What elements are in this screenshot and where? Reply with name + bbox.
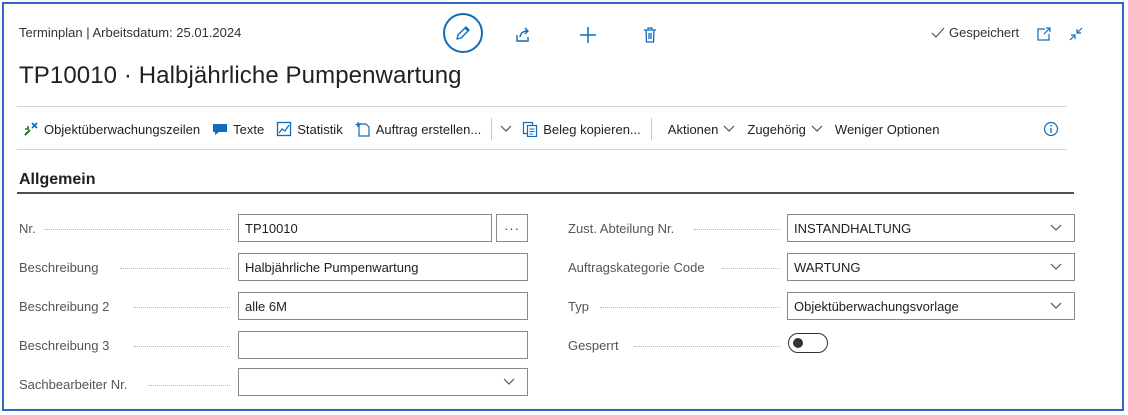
zugehoerig-menu[interactable]: Zugehörig bbox=[741, 114, 829, 144]
typ-value: Objektüberwachungsvorlage bbox=[794, 298, 959, 314]
nr-assist-button[interactable]: ··· bbox=[496, 214, 528, 242]
info-button[interactable] bbox=[1042, 120, 1060, 138]
actionbar-top-divider bbox=[17, 106, 1067, 107]
gesperrt-toggle[interactable] bbox=[788, 333, 828, 353]
auftragskategorie-value: WARTUNG bbox=[794, 259, 861, 275]
share-icon bbox=[516, 27, 529, 42]
field-label-typ: Typ bbox=[568, 299, 589, 314]
beschreibung-2-value: alle 6M bbox=[245, 298, 287, 314]
auftragskategorie-select[interactable]: WARTUNG bbox=[787, 253, 1075, 281]
field-label-beschreibung: Beschreibung bbox=[19, 260, 99, 275]
new-button[interactable] bbox=[577, 24, 599, 46]
field-label-gesperrt: Gesperrt bbox=[568, 338, 619, 353]
weniger-optionen-button[interactable]: Weniger Optionen bbox=[829, 114, 946, 144]
field-label-nr: Nr. bbox=[19, 221, 36, 236]
aktionen-menu[interactable]: Aktionen bbox=[662, 114, 742, 144]
page-title: TP10010 · Halbjährliche Pumpenwartung bbox=[19, 62, 462, 89]
save-status: Gespeichert bbox=[931, 25, 1019, 40]
more-actions-dropdown[interactable] bbox=[496, 114, 516, 144]
beleg-kopieren-label: Beleg kopieren... bbox=[543, 121, 641, 137]
auftrag-erstellen-label: Auftrag erstellen... bbox=[375, 121, 482, 137]
sachbearbeiter-select[interactable] bbox=[238, 368, 528, 396]
page-context: Terminplan | Arbeitsdatum: 25.01.2024 bbox=[19, 25, 242, 40]
checkmark-icon bbox=[931, 27, 945, 38]
field-label-beschreibung-2: Beschreibung 2 bbox=[19, 299, 110, 314]
action-separator bbox=[650, 118, 652, 140]
label-leader bbox=[634, 346, 780, 348]
label-leader bbox=[134, 307, 230, 309]
label-leader bbox=[694, 229, 780, 231]
beschreibung-2-field[interactable]: alle 6M bbox=[238, 292, 528, 320]
beschreibung-3-field[interactable] bbox=[238, 331, 528, 359]
copy-document-icon bbox=[523, 121, 538, 137]
abteilung-value: INSTANDHALTUNG bbox=[794, 220, 912, 236]
objektueberwachungszeilen-label: Objektüberwachungszeilen bbox=[44, 121, 201, 137]
objektueberwachungszeilen-action[interactable]: Objektüberwachungszeilen bbox=[17, 114, 206, 144]
chevron-down-icon bbox=[491, 378, 527, 386]
beschreibung-field[interactable]: Halbjährliche Pumpenwartung bbox=[238, 253, 528, 281]
collapse-icon bbox=[1069, 27, 1083, 41]
nr-field[interactable]: TP10010 bbox=[238, 214, 492, 242]
field-label-auftragskategorie: Auftragskategorie Code bbox=[568, 260, 705, 275]
delete-button[interactable] bbox=[640, 24, 660, 46]
create-order-icon bbox=[355, 122, 370, 137]
save-status-label: Gespeichert bbox=[949, 25, 1020, 40]
aktionen-label: Aktionen bbox=[667, 121, 719, 137]
beschreibung-value: Halbjährliche Pumpenwartung bbox=[245, 259, 419, 275]
field-label-beschreibung-3: Beschreibung 3 bbox=[19, 338, 110, 353]
chevron-down-icon bbox=[723, 125, 735, 132]
texte-action[interactable]: Texte bbox=[206, 114, 270, 144]
chevron-down-icon bbox=[1038, 302, 1074, 310]
label-leader bbox=[134, 346, 230, 348]
label-leader bbox=[600, 307, 780, 309]
statistik-action[interactable]: Statistik bbox=[270, 114, 349, 144]
plus-icon bbox=[580, 27, 596, 43]
action-bar: Objektüberwachungszeilen Texte Statistik… bbox=[17, 112, 945, 146]
auftrag-erstellen-action[interactable]: Auftrag erstellen... bbox=[349, 114, 488, 144]
pencil-icon bbox=[456, 26, 470, 40]
open-new-window-button[interactable] bbox=[1035, 25, 1053, 43]
weniger-optionen-label: Weniger Optionen bbox=[834, 121, 940, 137]
statistik-label: Statistik bbox=[297, 121, 343, 137]
beleg-kopieren-action[interactable]: Beleg kopieren... bbox=[516, 114, 647, 144]
chevron-down-icon bbox=[1038, 224, 1074, 232]
chevron-down-icon bbox=[811, 125, 823, 132]
statistics-icon bbox=[277, 121, 292, 137]
label-leader bbox=[148, 385, 230, 387]
section-underline bbox=[17, 192, 1074, 194]
action-separator bbox=[491, 118, 493, 140]
label-leader bbox=[120, 268, 230, 270]
nr-value: TP10010 bbox=[245, 220, 298, 236]
abteilung-select[interactable]: INSTANDHALTUNG bbox=[787, 214, 1075, 242]
collapse-button[interactable] bbox=[1067, 25, 1085, 43]
share-button[interactable] bbox=[513, 25, 533, 45]
chevron-down-icon bbox=[500, 125, 512, 132]
texts-icon bbox=[213, 124, 228, 135]
info-icon bbox=[1043, 121, 1059, 137]
label-leader bbox=[44, 229, 230, 231]
typ-select[interactable]: Objektüberwachungsvorlage bbox=[787, 292, 1075, 320]
section-title: Allgemein bbox=[19, 171, 96, 188]
label-leader bbox=[722, 268, 780, 270]
trash-icon bbox=[644, 27, 656, 43]
texte-label: Texte bbox=[233, 121, 265, 137]
edit-button[interactable] bbox=[443, 13, 483, 53]
chevron-down-icon bbox=[1038, 263, 1074, 271]
open-new-window-icon bbox=[1037, 27, 1051, 41]
actionbar-bottom-divider bbox=[17, 149, 1067, 150]
lines-icon bbox=[24, 122, 38, 136]
field-label-abteilung: Zust. Abteilung Nr. bbox=[568, 221, 675, 236]
field-label-sachbearbeiter: Sachbearbeiter Nr. bbox=[19, 377, 128, 392]
zugehoerig-label: Zugehörig bbox=[747, 121, 806, 137]
toggle-knob bbox=[793, 337, 803, 348]
